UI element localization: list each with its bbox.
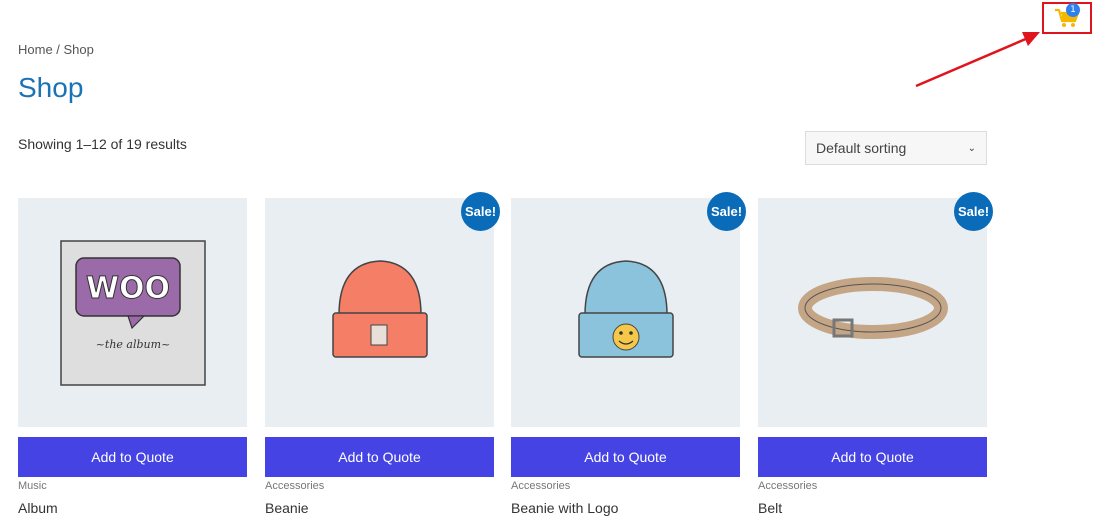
belt-illustration <box>797 276 948 339</box>
chevron-down-icon: ⌄ <box>967 142 976 154</box>
add-to-quote-button[interactable]: Add to Quote <box>511 437 740 477</box>
sale-badge: Sale! <box>707 192 746 231</box>
product-image-belt[interactable]: Sale! <box>758 192 993 427</box>
product-category[interactable]: Accessories <box>265 480 494 492</box>
product-name[interactable]: Belt <box>758 500 987 516</box>
sale-badge: Sale! <box>461 192 500 231</box>
product-card-beanie[interactable]: Sale! Add to Quote Accessories Beanie <box>265 192 500 516</box>
album-logo-text: WOO <box>85 271 169 306</box>
beanie-illustration <box>331 259 428 358</box>
product-image-album[interactable]: WOO ~the album~ <box>18 198 247 427</box>
product-image-beanie[interactable]: Sale! <box>265 192 500 427</box>
product-card-album[interactable]: WOO ~the album~ Add to Quote Music Album <box>18 198 247 516</box>
product-image-beanie-with-logo[interactable]: Sale! <box>511 192 746 427</box>
add-to-quote-button[interactable]: Add to Quote <box>758 437 987 477</box>
sorting-select[interactable]: Default sorting ⌄ <box>805 131 987 165</box>
beanie-logo-illustration <box>577 259 674 358</box>
annotation-arrow <box>915 32 1040 88</box>
add-to-quote-button[interactable]: Add to Quote <box>18 437 247 477</box>
product-category[interactable]: Music <box>18 480 247 492</box>
product-category[interactable]: Accessories <box>511 480 740 492</box>
product-card-belt[interactable]: Sale! Add to Quote Accessories Belt <box>758 192 993 516</box>
result-count: Showing 1–12 of 19 results <box>18 136 187 152</box>
add-to-quote-button[interactable]: Add to Quote <box>265 437 494 477</box>
album-cover-illustration: WOO ~the album~ <box>59 239 206 386</box>
sorting-selected-label: Default sorting <box>816 140 907 156</box>
page-title: Shop <box>18 72 84 103</box>
product-name[interactable]: Album <box>18 500 247 516</box>
breadcrumb[interactable]: Home / Shop <box>18 42 94 57</box>
sale-badge: Sale! <box>954 192 993 231</box>
album-caption-text: ~the album~ <box>95 338 170 351</box>
product-category[interactable]: Accessories <box>758 480 987 492</box>
cart-count-badge: 1 <box>1066 3 1080 17</box>
product-card-beanie-with-logo[interactable]: Sale! Add to Quote Accessories Beanie wi… <box>511 192 746 516</box>
product-name[interactable]: Beanie <box>265 500 494 516</box>
product-name[interactable]: Beanie with Logo <box>511 500 740 516</box>
